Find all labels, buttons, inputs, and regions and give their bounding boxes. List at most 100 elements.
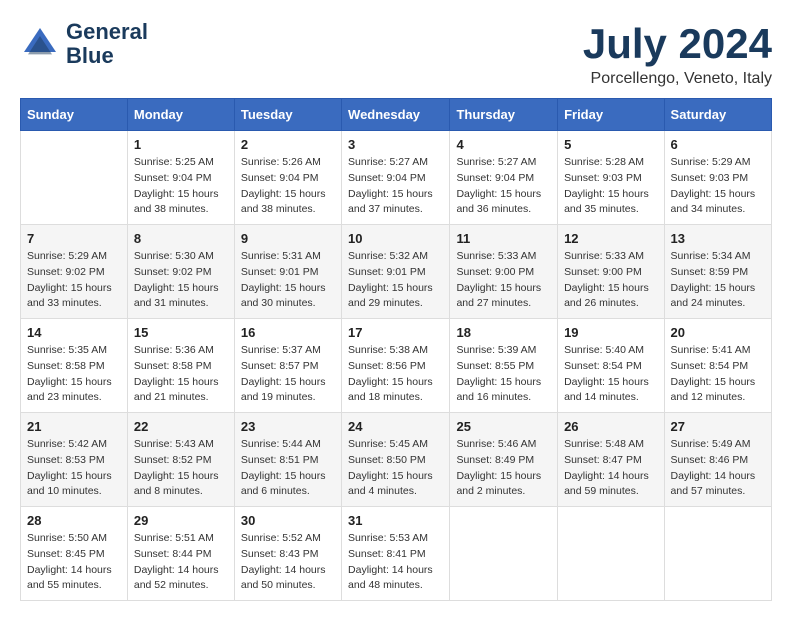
header-cell-wednesday: Wednesday	[342, 99, 450, 131]
calendar-cell: 17 Sunrise: 5:38 AM Sunset: 8:56 PM Dayli…	[342, 319, 450, 413]
week-row-5: 28Sunrise: 5:50 AM Sunset: 8:45 PM Dayli…	[21, 507, 772, 601]
calendar-cell: 3 Sunrise: 5:27 AM Sunset: 9:04 PM Daylig…	[342, 131, 450, 225]
day-info: Sunrise: 5:51 AM Sunset: 8:44 PM Dayligh…	[134, 531, 228, 594]
header-row: SundayMondayTuesdayWednesdayThursdayFrid…	[21, 99, 772, 131]
calendar-cell: 8 Sunrise: 5:30 AM Sunset: 9:02 PM Daylig…	[127, 225, 234, 319]
header-cell-saturday: Saturday	[664, 99, 771, 131]
day-info: Sunrise: 5:39 AM Sunset: 8:55 PM Dayligh…	[456, 343, 551, 406]
day-info: Sunrise: 5:26 AM Sunset: 9:04 PM Dayligh…	[241, 155, 335, 218]
subtitle: Porcellengo, Veneto, Italy	[583, 70, 772, 88]
day-info: Sunrise: 5:40 AM Sunset: 8:54 PM Dayligh…	[564, 343, 657, 406]
header-cell-thursday: Thursday	[450, 99, 558, 131]
calendar-cell: 31 Sunrise: 5:53 AM Sunset: 8:41 PM Dayli…	[342, 507, 450, 601]
calendar-cell: 21 Sunrise: 5:42 AM Sunset: 8:53 PM Dayli…	[21, 413, 128, 507]
calendar-cell: 5 Sunrise: 5:28 AM Sunset: 9:03 PM Daylig…	[558, 131, 664, 225]
calendar-cell: 25Sunrise: 5:46 AM Sunset: 8:49 PM Dayli…	[450, 413, 558, 507]
calendar-cell: 9Sunrise: 5:31 AM Sunset: 9:01 PM Daylig…	[234, 225, 341, 319]
day-info: Sunrise: 5:32 AM Sunset: 9:01 PM Dayligh…	[348, 249, 443, 312]
day-info: Sunrise: 5:33 AM Sunset: 9:00 PM Dayligh…	[564, 249, 657, 312]
day-number: 19	[564, 325, 657, 340]
month-title: July 2024	[583, 20, 772, 68]
header-cell-friday: Friday	[558, 99, 664, 131]
calendar-cell: 27 Sunrise: 5:49 AM Sunset: 8:46 PM Dayli…	[664, 413, 771, 507]
calendar-cell: 30Sunrise: 5:52 AM Sunset: 8:43 PM Dayli…	[234, 507, 341, 601]
calendar-cell	[664, 507, 771, 601]
day-number: 28	[27, 513, 121, 528]
day-info: Sunrise: 5:27 AM Sunset: 9:04 PM Dayligh…	[348, 155, 443, 218]
day-number: 31	[348, 513, 443, 528]
day-number: 18	[456, 325, 551, 340]
day-info: Sunrise: 5:48 AM Sunset: 8:47 PM Dayligh…	[564, 437, 657, 500]
calendar-cell: 14 Sunrise: 5:35 AM Sunset: 8:58 PM Dayli…	[21, 319, 128, 413]
day-number: 3	[348, 137, 443, 152]
day-info: Sunrise: 5:36 AM Sunset: 8:58 PM Dayligh…	[134, 343, 228, 406]
day-number: 23	[241, 419, 335, 434]
calendar-cell: 10 Sunrise: 5:32 AM Sunset: 9:01 PM Dayli…	[342, 225, 450, 319]
day-info: Sunrise: 5:29 AM Sunset: 9:02 PM Dayligh…	[27, 249, 121, 312]
calendar-cell: 23 Sunrise: 5:44 AM Sunset: 8:51 PM Dayli…	[234, 413, 341, 507]
calendar-cell: 16 Sunrise: 5:37 AM Sunset: 8:57 PM Dayli…	[234, 319, 341, 413]
day-info: Sunrise: 5:49 AM Sunset: 8:46 PM Dayligh…	[671, 437, 765, 500]
day-number: 8	[134, 231, 228, 246]
week-row-1: 1Sunrise: 5:25 AM Sunset: 9:04 PM Daylig…	[21, 131, 772, 225]
calendar-cell: 18 Sunrise: 5:39 AM Sunset: 8:55 PM Dayli…	[450, 319, 558, 413]
day-info: Sunrise: 5:45 AM Sunset: 8:50 PM Dayligh…	[348, 437, 443, 500]
calendar-cell: 26Sunrise: 5:48 AM Sunset: 8:47 PM Dayli…	[558, 413, 664, 507]
calendar-cell: 20Sunrise: 5:41 AM Sunset: 8:54 PM Dayli…	[664, 319, 771, 413]
day-number: 27	[671, 419, 765, 434]
day-number: 5	[564, 137, 657, 152]
calendar-cell	[21, 131, 128, 225]
calendar-cell: 15 Sunrise: 5:36 AM Sunset: 8:58 PM Dayli…	[127, 319, 234, 413]
calendar-cell: 29 Sunrise: 5:51 AM Sunset: 8:44 PM Dayli…	[127, 507, 234, 601]
day-number: 2	[241, 137, 335, 152]
day-info: Sunrise: 5:30 AM Sunset: 9:02 PM Dayligh…	[134, 249, 228, 312]
day-number: 29	[134, 513, 228, 528]
calendar-body: 1Sunrise: 5:25 AM Sunset: 9:04 PM Daylig…	[21, 131, 772, 601]
calendar-cell: 1Sunrise: 5:25 AM Sunset: 9:04 PM Daylig…	[127, 131, 234, 225]
header-cell-monday: Monday	[127, 99, 234, 131]
calendar-cell	[558, 507, 664, 601]
logo-icon	[20, 24, 60, 64]
calendar-cell	[450, 507, 558, 601]
calendar-cell: 19 Sunrise: 5:40 AM Sunset: 8:54 PM Dayli…	[558, 319, 664, 413]
week-row-4: 21 Sunrise: 5:42 AM Sunset: 8:53 PM Dayli…	[21, 413, 772, 507]
day-info: Sunrise: 5:27 AM Sunset: 9:04 PM Dayligh…	[456, 155, 551, 218]
day-number: 21	[27, 419, 121, 434]
day-info: Sunrise: 5:33 AM Sunset: 9:00 PM Dayligh…	[456, 249, 551, 312]
day-number: 10	[348, 231, 443, 246]
title-section: July 2024 Porcellengo, Veneto, Italy	[583, 20, 772, 88]
week-row-3: 14 Sunrise: 5:35 AM Sunset: 8:58 PM Dayli…	[21, 319, 772, 413]
day-info: Sunrise: 5:42 AM Sunset: 8:53 PM Dayligh…	[27, 437, 121, 500]
calendar-cell: 11 Sunrise: 5:33 AM Sunset: 9:00 PM Dayli…	[450, 225, 558, 319]
logo: General Blue	[20, 20, 148, 68]
calendar-cell: 24Sunrise: 5:45 AM Sunset: 8:50 PM Dayli…	[342, 413, 450, 507]
day-info: Sunrise: 5:43 AM Sunset: 8:52 PM Dayligh…	[134, 437, 228, 500]
day-info: Sunrise: 5:52 AM Sunset: 8:43 PM Dayligh…	[241, 531, 335, 594]
day-number: 16	[241, 325, 335, 340]
day-info: Sunrise: 5:34 AM Sunset: 8:59 PM Dayligh…	[671, 249, 765, 312]
day-info: Sunrise: 5:29 AM Sunset: 9:03 PM Dayligh…	[671, 155, 765, 218]
calendar-cell: 7 Sunrise: 5:29 AM Sunset: 9:02 PM Daylig…	[21, 225, 128, 319]
day-info: Sunrise: 5:28 AM Sunset: 9:03 PM Dayligh…	[564, 155, 657, 218]
logo-text: General Blue	[66, 20, 148, 68]
day-number: 14	[27, 325, 121, 340]
day-number: 11	[456, 231, 551, 246]
calendar-cell: 12Sunrise: 5:33 AM Sunset: 9:00 PM Dayli…	[558, 225, 664, 319]
day-info: Sunrise: 5:35 AM Sunset: 8:58 PM Dayligh…	[27, 343, 121, 406]
calendar-cell: 13 Sunrise: 5:34 AM Sunset: 8:59 PM Dayli…	[664, 225, 771, 319]
day-info: Sunrise: 5:38 AM Sunset: 8:56 PM Dayligh…	[348, 343, 443, 406]
calendar-cell: 4 Sunrise: 5:27 AM Sunset: 9:04 PM Daylig…	[450, 131, 558, 225]
day-info: Sunrise: 5:37 AM Sunset: 8:57 PM Dayligh…	[241, 343, 335, 406]
day-number: 13	[671, 231, 765, 246]
day-info: Sunrise: 5:44 AM Sunset: 8:51 PM Dayligh…	[241, 437, 335, 500]
day-info: Sunrise: 5:53 AM Sunset: 8:41 PM Dayligh…	[348, 531, 443, 594]
day-number: 17	[348, 325, 443, 340]
header-cell-tuesday: Tuesday	[234, 99, 341, 131]
calendar-table: SundayMondayTuesdayWednesdayThursdayFrid…	[20, 98, 772, 601]
calendar-cell: 6Sunrise: 5:29 AM Sunset: 9:03 PM Daylig…	[664, 131, 771, 225]
day-number: 7	[27, 231, 121, 246]
week-row-2: 7 Sunrise: 5:29 AM Sunset: 9:02 PM Daylig…	[21, 225, 772, 319]
day-number: 15	[134, 325, 228, 340]
calendar-cell: 28Sunrise: 5:50 AM Sunset: 8:45 PM Dayli…	[21, 507, 128, 601]
day-number: 4	[456, 137, 551, 152]
